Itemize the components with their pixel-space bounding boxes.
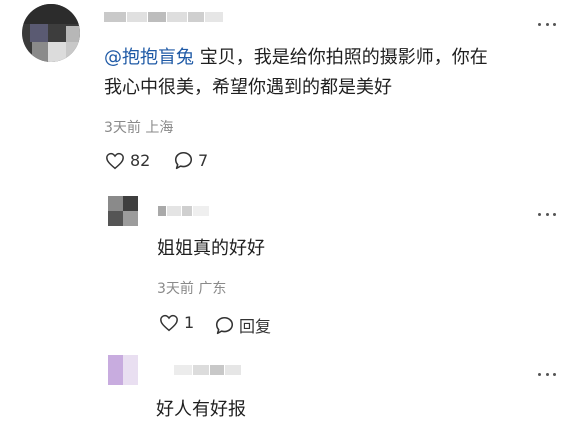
mention-link[interactable]: @抱抱盲兔 [104, 47, 194, 68]
reply-meta: 3天前 广东 [157, 278, 226, 298]
timestamp: 3天前 [104, 120, 141, 136]
comment-text-line2: 我心中很美，希望你遇到的都是美好 [104, 77, 392, 98]
comment-meta: 3天前 上海 [104, 117, 173, 137]
comment-text: @抱抱盲兔 宝贝，我是给你拍照的摄影师，你在 [104, 47, 488, 68]
comment-bubble-icon [215, 316, 234, 334]
avatar[interactable] [22, 4, 80, 62]
comment-bubble-icon [174, 151, 193, 170]
reply-button[interactable]: 回复 [215, 313, 271, 337]
heart-outline-icon [106, 152, 124, 169]
like-button[interactable]: 82 [105, 151, 150, 170]
like-button[interactable]: 1 [159, 313, 194, 332]
reply-count: 7 [198, 151, 209, 170]
like-count: 82 [130, 151, 151, 170]
heart-outline-icon [160, 314, 178, 331]
avatar[interactable] [108, 196, 138, 226]
reply-button[interactable]: 7 [174, 151, 208, 170]
location: 广东 [198, 281, 227, 297]
more-icon[interactable] [538, 371, 556, 377]
location: 上海 [145, 120, 174, 136]
reply-text: 姐姐真的好好 [157, 238, 265, 259]
username[interactable] [158, 206, 209, 216]
username[interactable] [104, 12, 223, 22]
avatar[interactable] [108, 355, 138, 385]
like-count: 1 [184, 313, 195, 332]
more-icon[interactable] [538, 211, 556, 217]
reply-label: 回复 [239, 317, 272, 336]
timestamp: 3天前 [157, 281, 194, 297]
more-icon[interactable] [538, 21, 556, 27]
reply-text: 好人有好报 [156, 399, 246, 420]
username[interactable] [174, 365, 241, 375]
